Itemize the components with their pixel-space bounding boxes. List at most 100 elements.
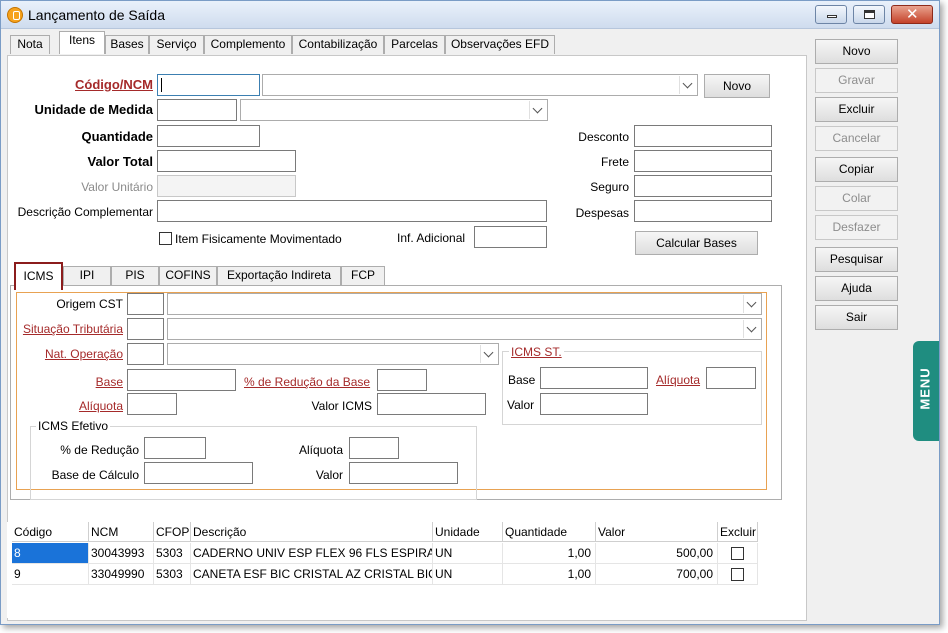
row2-codigo[interactable]: 9	[12, 564, 89, 585]
row1-unidade[interactable]: UN	[433, 543, 503, 564]
minimize-button[interactable]	[815, 5, 847, 24]
reducao-base-label[interactable]: % de Redução da Base	[244, 375, 370, 389]
ef-aliquota-input[interactable]	[349, 437, 399, 459]
maximize-button[interactable]	[853, 5, 885, 24]
col-unidade[interactable]: Unidade	[433, 522, 503, 542]
valor-unitario-label: Valor Unitário	[81, 180, 153, 194]
col-cfop[interactable]: CFOP	[154, 522, 191, 542]
unidade-select[interactable]	[240, 99, 548, 121]
menu-tab[interactable]: MENU	[913, 341, 939, 441]
row2-descricao[interactable]: CANETA ESF BIC CRISTAL AZ CRISTAL BIC	[191, 564, 433, 585]
row2-valor[interactable]: 700,00	[596, 564, 718, 585]
gravar-button[interactable]: Gravar	[815, 68, 898, 93]
tab-parcelas[interactable]: Parcelas	[384, 35, 445, 54]
st-valor-input[interactable]	[540, 393, 648, 415]
valor-icms-input[interactable]	[377, 393, 486, 415]
situacao-tributaria-select[interactable]	[167, 318, 762, 340]
close-button[interactable]: ✕	[891, 5, 933, 24]
desconto-label: Desconto	[578, 130, 629, 144]
row2-unidade[interactable]: UN	[433, 564, 503, 585]
col-valor[interactable]: Valor	[596, 522, 718, 542]
excluir-button[interactable]: Excluir	[815, 97, 898, 122]
tab-complemento[interactable]: Complemento	[204, 35, 292, 54]
st-aliquota-label[interactable]: Alíquota	[656, 373, 700, 387]
desconto-input[interactable]	[634, 125, 772, 147]
origem-cst-input[interactable]	[127, 293, 164, 315]
seguro-input[interactable]	[634, 175, 772, 197]
tab-pis[interactable]: PIS	[111, 266, 159, 285]
row2-excluir-checkbox[interactable]	[731, 568, 744, 581]
tab-nota[interactable]: Nota	[10, 35, 50, 54]
st-base-input[interactable]	[540, 367, 648, 389]
inf-adicional-input[interactable]	[474, 226, 547, 248]
tab-ipi[interactable]: IPI	[63, 266, 111, 285]
valor-total-input[interactable]	[157, 150, 296, 172]
row1-codigo[interactable]: 8	[12, 543, 89, 564]
tab-contabilizacao[interactable]: Contabilização	[292, 35, 384, 54]
colar-button[interactable]: Colar	[815, 186, 898, 211]
row1-descricao[interactable]: CADERNO UNIV ESP FLEX 96 FLS ESPIRAL C	[191, 543, 433, 564]
row1-cfop[interactable]: 5303	[154, 543, 191, 564]
nat-operacao-input[interactable]	[127, 343, 164, 365]
ef-base-input[interactable]	[144, 462, 253, 484]
frete-input[interactable]	[634, 150, 772, 172]
despesas-input[interactable]	[634, 200, 772, 222]
copiar-button[interactable]: Copiar	[815, 157, 898, 182]
st-aliquota-input[interactable]	[706, 367, 756, 389]
situacao-tributaria-label[interactable]: Situação Tributária	[19, 322, 123, 336]
ef-base-label: Base de Cálculo	[51, 468, 139, 482]
codigo-ncm-label[interactable]: Código/NCM	[41, 77, 153, 92]
col-excluir[interactable]: Excluir	[718, 522, 758, 542]
row1-excluir-checkbox[interactable]	[731, 547, 744, 560]
tab-fcp[interactable]: FCP	[341, 266, 385, 285]
descricao-input[interactable]	[157, 200, 547, 222]
calcular-bases-button[interactable]: Calcular Bases	[635, 231, 758, 255]
reducao-base-input[interactable]	[377, 369, 427, 391]
pesquisar-button[interactable]: Pesquisar	[815, 247, 898, 272]
base-label[interactable]: Base	[21, 375, 123, 389]
row1-ncm[interactable]: 30043993	[89, 543, 154, 564]
desfazer-button[interactable]: Desfazer	[815, 215, 898, 240]
unidade-label: Unidade de Medida	[34, 102, 153, 117]
aliquota-label[interactable]: Alíquota	[21, 399, 123, 413]
col-ncm[interactable]: NCM	[89, 522, 154, 542]
col-quantidade[interactable]: Quantidade	[503, 522, 596, 542]
row2-cfop[interactable]: 5303	[154, 564, 191, 585]
item-fisico-checkbox[interactable]	[159, 232, 172, 245]
tab-servico[interactable]: Serviço	[149, 35, 204, 54]
row1-quantidade[interactable]: 1,00	[503, 543, 596, 564]
situacao-tributaria-input[interactable]	[127, 318, 164, 340]
nat-operacao-select[interactable]	[167, 343, 499, 365]
origem-cst-select[interactable]	[167, 293, 762, 315]
base-input[interactable]	[127, 369, 236, 391]
tab-cofins[interactable]: COFINS	[159, 266, 217, 285]
nat-operacao-label[interactable]: Nat. Operação	[21, 347, 123, 361]
tab-itens[interactable]: Itens	[59, 31, 105, 54]
novo-button[interactable]: Novo	[815, 39, 898, 64]
row1-valor[interactable]: 500,00	[596, 543, 718, 564]
row2-quantidade[interactable]: 1,00	[503, 564, 596, 585]
sair-button[interactable]: Sair	[815, 305, 898, 330]
chevron-down-icon	[743, 295, 760, 313]
novo-item-button[interactable]: Novo	[704, 74, 770, 98]
quantidade-input[interactable]	[157, 125, 260, 147]
tab-bases[interactable]: Bases	[105, 35, 149, 54]
unidade-input[interactable]	[157, 99, 237, 121]
tab-observacoes-efd[interactable]: Observações EFD	[445, 35, 555, 54]
codigo-input[interactable]	[157, 74, 260, 96]
origem-cst-label: Origem CST	[56, 297, 123, 311]
aliquota-input[interactable]	[127, 393, 177, 415]
cancelar-button[interactable]: Cancelar	[815, 126, 898, 151]
tab-exportacao-indireta[interactable]: Exportação Indireta	[217, 266, 341, 285]
row2-ncm[interactable]: 33049990	[89, 564, 154, 585]
ncm-select[interactable]	[262, 74, 698, 96]
ajuda-button[interactable]: Ajuda	[815, 276, 898, 301]
col-codigo[interactable]: Código	[12, 522, 89, 542]
item-fisico-label: Item Fisicamente Movimentado	[175, 232, 342, 246]
ef-valor-input[interactable]	[349, 462, 458, 484]
despesas-label: Despesas	[575, 206, 629, 220]
tab-icms[interactable]: ICMS	[14, 262, 63, 290]
col-descricao[interactable]: Descrição	[191, 522, 433, 542]
ef-reducao-input[interactable]	[144, 437, 206, 459]
icms-st-title[interactable]: ICMS ST.	[509, 345, 564, 359]
